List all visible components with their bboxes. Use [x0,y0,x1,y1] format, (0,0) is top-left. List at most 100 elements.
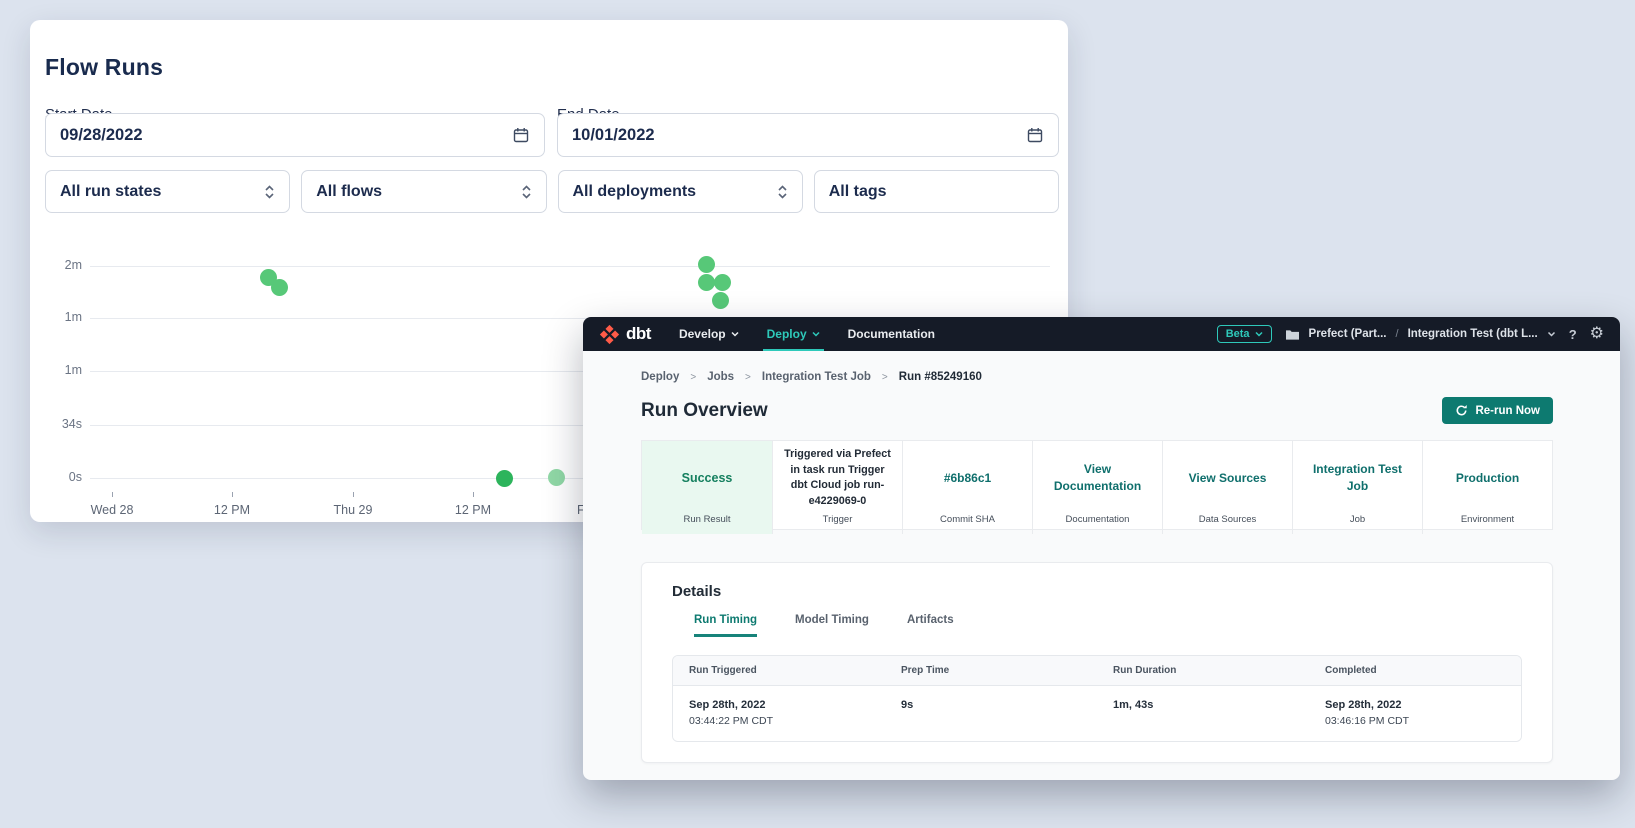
flow-run-dot[interactable] [271,279,288,296]
rerun-now-button[interactable]: Re-run Now [1442,397,1553,424]
status-card-value: Production [1456,470,1519,487]
x-axis-label: Thu 29 [311,503,395,517]
filter-select-all-flows[interactable]: All flows [301,170,546,213]
flow-run-dot[interactable] [698,274,715,291]
flow-run-dot[interactable] [712,292,729,309]
breadcrumb-item-integration-test-job[interactable]: Integration Test Job [762,371,871,383]
status-card-label: Trigger [773,514,902,525]
nav-links: Develop Deploy Documentation [679,317,935,351]
navbar-right: Beta Prefect (Part... / Integration Test… [1217,325,1604,343]
filter-row: All run states All flows All deployments Al… [45,170,1059,213]
nav-link-label: Documentation [848,327,935,341]
start-date-value: 09/28/2022 [60,126,143,145]
column-header-run-triggered: Run Triggered [673,656,885,685]
account-project-switcher[interactable]: Prefect (Part... / Integration Test (dbt… [1285,328,1556,341]
dbt-logo-icon [599,324,620,345]
breadcrumb-separator: > [690,372,696,383]
status-card-run-result[interactable]: Success Run Result [642,441,772,534]
tab-model-timing[interactable]: Model Timing [795,614,869,637]
account-separator: / [1396,328,1399,340]
settings-gear-icon[interactable]: ⚙ [1590,326,1604,342]
flow-run-dot[interactable] [496,470,513,487]
start-date-input[interactable]: 09/28/2022 [45,113,545,157]
page-title: Run Overview [641,400,768,422]
nav-link-documentation[interactable]: Documentation [848,317,935,351]
help-icon[interactable]: ? [1569,328,1577,341]
flow-run-dot[interactable] [714,274,731,291]
refresh-icon [1455,404,1468,417]
status-card-commit-sha[interactable]: #6b86c1Commit SHA [902,441,1032,534]
calendar-icon [1026,126,1044,144]
dbt-top-navbar: dbt Develop Deploy Documentation Beta Pref… [583,317,1620,351]
x-axis-label: 12 PM [190,503,274,517]
dbt-logo[interactable]: dbt [599,324,651,345]
beta-dropdown[interactable]: Beta [1217,325,1272,343]
nav-link-develop[interactable]: Develop [679,317,739,351]
breadcrumb-separator: > [745,372,751,383]
y-axis-label: 1m [30,363,82,377]
cell-value: Sep 28th, 2022 [689,697,869,714]
breadcrumb-item-deploy[interactable]: Deploy [641,371,679,383]
cell-value: Sep 28th, 2022 [1325,697,1505,714]
status-card-value: View Documentation [1041,461,1154,495]
flow-run-dot[interactable] [548,469,565,486]
status-card-documentation[interactable]: View DocumentationDocumentation [1032,441,1162,534]
chevron-down-icon [812,331,820,337]
status-card-environment[interactable]: ProductionEnvironment [1422,441,1552,534]
status-card-label: Run Result [642,514,772,525]
nav-link-deploy[interactable]: Deploy [767,317,820,351]
filter-select-all-deployments[interactable]: All deployments [558,170,803,213]
filter-select-all-tags[interactable]: All tags [814,170,1059,213]
cell-value: 1m, 43s [1113,697,1293,714]
end-date-input[interactable]: 10/01/2022 [557,113,1059,157]
column-header-completed: Completed [1309,656,1521,685]
cell-completed: Sep 28th, 202203:46:16 PM CDT [1309,686,1521,741]
y-axis-label: 2m [30,258,82,272]
status-card-value: View Sources [1189,470,1267,487]
run-timing-table: Run TriggeredPrep TimeRun DurationComple… [672,655,1522,742]
cell-subvalue: 03:44:22 PM CDT [689,714,869,730]
cell-run-triggered: Sep 28th, 202203:44:22 PM CDT [673,686,885,741]
status-card-value: Success [682,470,733,488]
x-axis-tick [112,492,113,497]
filter-select-all-run-states[interactable]: All run states [45,170,290,213]
x-axis-label: 12 PM [431,503,515,517]
x-axis-label: Wed 28 [70,503,154,517]
x-axis-tick [232,492,233,497]
nav-link-label: Develop [679,327,726,341]
tab-run-timing[interactable]: Run Timing [694,614,757,637]
nav-link-label: Deploy [767,327,807,341]
table-row: Sep 28th, 202203:44:22 PM CDT9s1m, 43sSe… [673,686,1521,741]
account-name: Prefect (Part... [1309,328,1387,340]
breadcrumb-item-jobs[interactable]: Jobs [707,371,734,383]
tab-artifacts[interactable]: Artifacts [907,614,954,637]
select-chevrons-icon [521,184,532,200]
status-card-label: Data Sources [1163,514,1292,525]
folder-icon [1285,328,1300,341]
column-header-prep-time: Prep Time [885,656,1097,685]
dbt-page-body: Deploy > Jobs > Integration Test Job > Run #85… [583,351,1620,780]
details-title: Details [672,583,1522,600]
gridline-2m [90,266,1050,267]
filter-select-label: All tags [829,183,887,201]
breadcrumb-separator: > [882,372,888,383]
status-card-trigger[interactable]: Triggered via Prefect in task run Trigge… [772,441,902,534]
calendar-icon [512,126,530,144]
status-card-job[interactable]: Integration Test JobJob [1292,441,1422,534]
status-card-data-sources[interactable]: View Sources Data Sources [1162,441,1292,534]
chevron-down-icon [731,331,739,337]
y-axis-label: 34s [30,417,82,431]
dbt-wordmark: dbt [626,324,651,344]
beta-label: Beta [1226,328,1250,340]
table-body: Sep 28th, 202203:44:22 PM CDT9s1m, 43sSe… [673,686,1521,741]
column-header-run-duration: Run Duration [1097,656,1309,685]
cell-prep-time: 9s [885,686,1097,741]
cell-subvalue: 03:46:16 PM CDT [1325,714,1505,730]
chevron-down-icon [1547,331,1556,337]
breadcrumb-item-run-85249160: Run #85249160 [899,371,982,383]
flow-run-dot[interactable] [698,256,715,273]
cell-value: 9s [901,697,1081,714]
filter-select-label: All deployments [573,183,697,201]
details-tabs: Run Timing Model Timing Artifacts [694,614,1522,637]
select-chevrons-icon [264,184,275,200]
